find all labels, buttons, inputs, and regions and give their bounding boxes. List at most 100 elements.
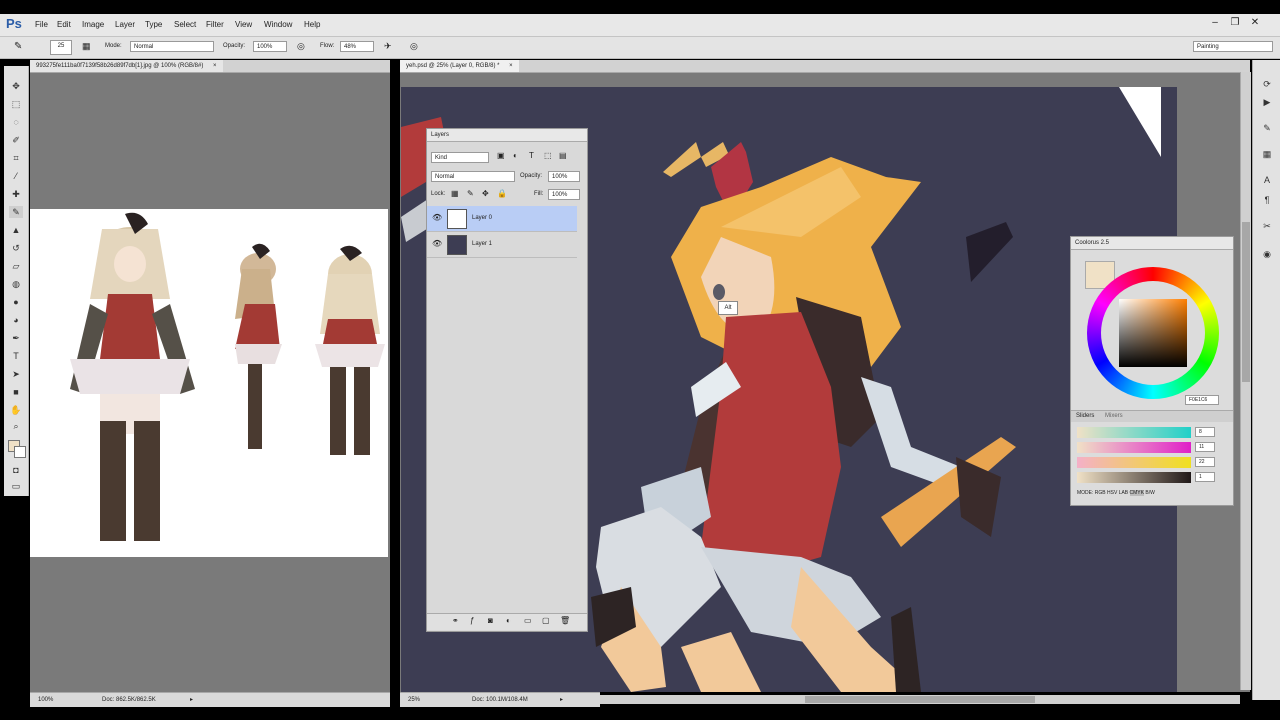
slider-value[interactable]: 22: [1195, 457, 1215, 467]
lasso-tool-icon[interactable]: ◌: [9, 116, 23, 128]
slider-row[interactable]: 1: [1077, 472, 1227, 483]
menu-type[interactable]: Type: [145, 20, 162, 29]
slider-row[interactable]: 11: [1077, 442, 1227, 453]
mode-select[interactable]: Normal: [130, 41, 214, 52]
healing-brush-tool-icon[interactable]: ✚: [9, 188, 23, 200]
right-zoom-level[interactable]: 25%: [408, 693, 420, 707]
screen-mode-icon[interactable]: ▭: [9, 480, 23, 492]
zoom-tool-icon[interactable]: ⌕: [9, 420, 23, 432]
slider-track[interactable]: [1077, 442, 1191, 453]
history-panel-icon[interactable]: ⟳: [1260, 78, 1274, 90]
slider-row[interactable]: 22: [1077, 457, 1227, 468]
layer-opacity-field[interactable]: 100%: [548, 171, 580, 182]
brush-size-picker[interactable]: 25: [50, 40, 72, 55]
lock-pixels-icon[interactable]: ✎: [467, 189, 474, 198]
menu-image[interactable]: Image: [82, 20, 104, 29]
right-document-tab[interactable]: yeh.psd @ 25% (Layer 0, RGB/8) * ×: [400, 60, 519, 72]
tab-mixers[interactable]: Mixers: [1105, 413, 1123, 419]
filter-shape-icon[interactable]: ⬚: [544, 151, 552, 160]
coolorus-header[interactable]: Coolorus 2.5: [1071, 237, 1233, 250]
background-color-swatch[interactable]: [14, 446, 26, 458]
layer-filter-kind[interactable]: Kind: [431, 152, 489, 163]
menu-view[interactable]: View: [235, 20, 252, 29]
mode-rgb[interactable]: RGB: [1095, 490, 1106, 496]
lock-all-icon[interactable]: 🔒: [497, 189, 507, 198]
horizontal-scrollbar-thumb[interactable]: [805, 696, 1035, 703]
type-tool-icon[interactable]: T: [9, 350, 23, 362]
menu-edit[interactable]: Edit: [57, 20, 71, 29]
eraser-tool-icon[interactable]: ▱: [9, 260, 23, 272]
mode-cmyk[interactable]: CMYK: [1129, 490, 1144, 496]
filter-adjustment-icon[interactable]: ◐: [513, 151, 518, 160]
slider-track[interactable]: [1077, 457, 1191, 468]
brush-tool-icon[interactable]: ✎: [14, 41, 22, 52]
vertical-scrollbar-thumb[interactable]: [1242, 222, 1250, 382]
close-button[interactable]: ✕: [1248, 17, 1262, 29]
clone-stamp-tool-icon[interactable]: ▲: [9, 224, 23, 236]
coolorus-panel-icon[interactable]: ◉: [1260, 248, 1274, 260]
actions-panel-icon[interactable]: ▶: [1260, 96, 1274, 108]
status-menu-arrow-icon[interactable]: ▸: [560, 693, 563, 707]
add-mask-icon[interactable]: ◙: [488, 616, 493, 625]
tool-presets-icon[interactable]: ✂: [1260, 220, 1274, 232]
menu-window[interactable]: Window: [264, 20, 292, 29]
blur-tool-icon[interactable]: ●: [9, 296, 23, 308]
history-brush-tool-icon[interactable]: ↺: [9, 242, 23, 254]
pen-tool-icon[interactable]: ✒: [9, 332, 23, 344]
link-layers-icon[interactable]: ⚭: [452, 616, 459, 625]
filter-smart-object-icon[interactable]: ▤: [559, 151, 567, 160]
quick-select-tool-icon[interactable]: ✐: [9, 134, 23, 146]
slider-row[interactable]: 8: [1077, 427, 1227, 438]
vertical-scrollbar[interactable]: [1240, 72, 1251, 690]
lock-position-icon[interactable]: ✥: [482, 189, 489, 198]
layer-visibility-eye-icon[interactable]: 👁: [432, 239, 442, 248]
minimize-button[interactable]: –: [1208, 17, 1222, 29]
new-layer-icon[interactable]: ▢: [542, 616, 550, 625]
close-tab-icon[interactable]: ×: [509, 63, 513, 69]
brush-tool-icon[interactable]: ✎: [9, 206, 23, 218]
lock-transparency-icon[interactable]: ▦: [451, 189, 459, 198]
filter-type-icon[interactable]: T: [529, 151, 534, 160]
filter-pixel-icon[interactable]: ▣: [497, 151, 505, 160]
mode-bw[interactable]: B/W: [1145, 490, 1154, 496]
left-zoom-level[interactable]: 100%: [38, 693, 53, 707]
slider-track[interactable]: [1077, 472, 1191, 483]
delete-layer-icon[interactable]: 🗑: [560, 616, 570, 625]
slider-value[interactable]: 11: [1195, 442, 1215, 452]
blend-mode-select[interactable]: Normal: [431, 171, 515, 182]
flow-field[interactable]: 48%: [340, 41, 374, 52]
adjustment-layer-icon[interactable]: ◐: [506, 616, 511, 625]
path-select-tool-icon[interactable]: ➤: [9, 368, 23, 380]
opacity-field[interactable]: 100%: [253, 41, 287, 52]
brush-presets-icon[interactable]: ✎: [1260, 122, 1274, 134]
marquee-tool-icon[interactable]: ⬚: [9, 98, 23, 110]
menu-select[interactable]: Select: [174, 20, 196, 29]
left-document-tab[interactable]: 993275fe111ba0f7139f58b26d89f7db[1].jpg …: [30, 60, 223, 72]
hand-tool-icon[interactable]: ✋: [9, 404, 23, 416]
menu-filter[interactable]: Filter: [206, 20, 224, 29]
layer-row[interactable]: 👁 Layer 1: [427, 232, 577, 258]
status-menu-arrow-icon[interactable]: ▸: [190, 693, 193, 707]
restore-button[interactable]: ❐: [1228, 17, 1242, 29]
slider-value[interactable]: 1: [1195, 472, 1215, 482]
brush-panel-icon[interactable]: ▦: [82, 41, 91, 52]
move-tool-icon[interactable]: ✥: [9, 80, 23, 92]
paragraph-panel-icon[interactable]: ¶: [1260, 194, 1274, 206]
slider-value[interactable]: 8: [1195, 427, 1215, 437]
slider-track[interactable]: [1077, 427, 1191, 438]
pressure-opacity-icon[interactable]: ◎: [297, 41, 305, 52]
eyedropper-tool-icon[interactable]: ⁄: [9, 170, 23, 182]
menu-file[interactable]: File: [35, 20, 48, 29]
paint-bucket-tool-icon[interactable]: ◍: [9, 278, 23, 290]
brush-panel-icon[interactable]: ▦: [1260, 148, 1274, 160]
layer-style-icon[interactable]: ƒ: [470, 616, 474, 625]
close-tab-icon[interactable]: ×: [213, 63, 217, 69]
fill-field[interactable]: 100%: [548, 189, 580, 200]
quick-mask-icon[interactable]: ◘: [9, 464, 23, 476]
mode-lab[interactable]: LAB: [1119, 490, 1128, 496]
new-group-icon[interactable]: ▭: [524, 616, 532, 625]
shape-tool-icon[interactable]: ■: [9, 386, 23, 398]
layer-row[interactable]: 👁 Layer 0: [427, 206, 577, 232]
character-panel-icon[interactable]: A: [1260, 174, 1274, 186]
layers-panel-header[interactable]: Layers: [427, 129, 587, 142]
